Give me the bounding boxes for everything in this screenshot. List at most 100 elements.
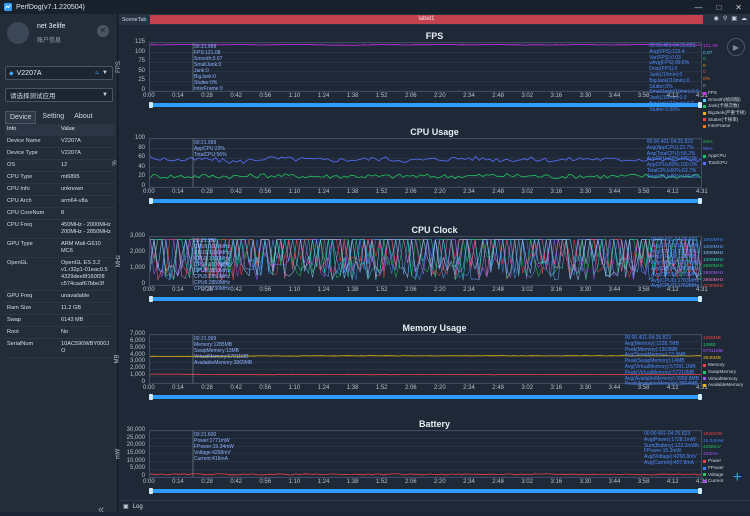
tab-device[interactable]: Device [5, 111, 37, 124]
info-key: CPU Type [7, 174, 33, 180]
legend-item[interactable]: Current [703, 478, 724, 485]
logout-icon[interactable]: ✕ [97, 25, 109, 37]
app-select[interactable]: 请选择测试应用 ▼ [5, 88, 113, 102]
mem-legend: 1285MB 13MB 57011MB 3840MB Memory SwapMemory V… [703, 336, 743, 389]
y-tick-label: 2,000 [129, 249, 145, 255]
device-select[interactable]: ◆ V2207A ≈ ▼ [5, 66, 113, 80]
x-tick-label: 0:14 [172, 93, 184, 99]
bat-range-slider[interactable] [149, 488, 702, 494]
slider-handle-right[interactable] [698, 296, 702, 302]
legend-label: AvailableMemory [708, 382, 744, 388]
legend-item[interactable]: Jank(卡顿次数) [703, 103, 746, 110]
slider-handle-left[interactable] [149, 394, 153, 400]
tab-setting[interactable]: Setting [38, 111, 68, 124]
x-tick-label: 2:34 [463, 287, 475, 293]
location-icon[interactable]: ◉ [714, 15, 719, 22]
info-key: CPU Info [7, 186, 30, 192]
legend-value-text: 23% [703, 140, 713, 145]
x-tick-label: 0:00 [143, 189, 155, 195]
slider-handle-right[interactable] [698, 394, 702, 400]
slider-handle-left[interactable] [149, 198, 153, 204]
account-info-link[interactable]: 账户信息 [37, 35, 61, 44]
info-key: CPU Arch [7, 198, 32, 204]
y-tick-label: 6,000 [129, 337, 145, 344]
close-icon[interactable]: ✕ [735, 3, 742, 12]
slider-handle-left[interactable] [149, 296, 153, 302]
legend-item[interactable]: FPS [703, 90, 746, 97]
legend-item[interactable]: BigJank(严重卡顿) [703, 110, 746, 117]
main-area: SceneTab label1 ◉ ⚲ ▣ ☁ FPS 00:21.999 FPS… [113, 14, 750, 512]
slider-handle-left[interactable] [149, 488, 153, 494]
y-tick-label: 60 [138, 154, 145, 161]
play-button[interactable]: ▶ [727, 38, 745, 56]
y-tick-label: 40 [138, 163, 145, 170]
x-tick-label: 4:12 [666, 479, 679, 485]
legend-value: 1000MHz [703, 251, 724, 258]
clock-plot[interactable]: 00:21.999 CPU0:1000MHz CPU1:1000MHz CPU2… [149, 236, 702, 292]
slider-handle-right[interactable] [698, 488, 702, 494]
fps-panel: FPS 00:21.999 FPS:121.08 Smooth:0.07 Smal… [116, 28, 750, 128]
info-value: 450MHz - 2000MHz 200MHz - 2850MHz [61, 222, 111, 235]
expand-icon[interactable]: ▣ [123, 503, 129, 510]
pin-icon[interactable]: ⚲ [723, 15, 727, 22]
y-tick-label: 0 [141, 87, 145, 93]
x-tick-label: 1:38 [346, 479, 359, 485]
log-bar[interactable]: ▣ Log [119, 500, 750, 512]
cpu-plot[interactable]: 00:21.999 AppCPU:23% TotalCPU:56% 00:00.4… [149, 138, 702, 188]
x-tick-label: 2:34 [463, 385, 475, 391]
fps-range-slider[interactable] [149, 102, 702, 108]
avatar[interactable] [7, 22, 29, 44]
legend-item[interactable]: AvailableMemory [703, 382, 743, 389]
table-row: Device Type V2207A [5, 148, 115, 160]
legend-item[interactable]: Memory [703, 362, 743, 369]
legend-item[interactable]: AppCPU [703, 153, 727, 160]
legend-value-text: 121.08 [703, 44, 718, 49]
slider-handle-left[interactable] [149, 102, 153, 108]
mem-range-slider[interactable] [149, 394, 702, 400]
table-row: CPU Type mt6895 [5, 172, 115, 184]
legend-item[interactable]: VirtualMemory [703, 376, 743, 383]
y-tick-label: 0 [141, 473, 145, 479]
clock-range-slider[interactable] [149, 296, 702, 302]
x-tick-label: 3:16 [550, 385, 563, 391]
legend-value-text: 0 [703, 83, 706, 89]
clock-cursor-readout: 00:21.999 CPU0:1000MHz CPU1:1000MHz CPU2… [194, 238, 231, 292]
y-tick-label: 4,000 [129, 351, 145, 358]
collapse-sidebar-icon[interactable]: « [98, 504, 104, 516]
legend-item[interactable]: SwapMemory [703, 369, 743, 376]
y-tick-label: 1,000 [129, 372, 145, 379]
legend-swatch [703, 91, 706, 95]
slider-handle-right[interactable] [698, 198, 702, 204]
maximize-icon[interactable]: □ [716, 3, 721, 12]
legend-item[interactable]: Voltage [703, 472, 724, 479]
legend-item[interactable]: Stutter(卡顿率) [703, 117, 746, 124]
y-tick-label: 25 [138, 77, 145, 84]
cpu-range-slider[interactable] [149, 198, 702, 204]
y-tick-label: 75 [138, 58, 145, 65]
folder-icon[interactable]: ▣ [731, 15, 737, 22]
slider-handle-right[interactable] [698, 102, 702, 108]
cloud-icon[interactable]: ☁ [741, 15, 747, 22]
x-tick-label: 4:12 [666, 93, 679, 99]
fps-plot[interactable]: 00:21.999 FPS:121.08 Smooth:0.07 SmallJa… [149, 42, 702, 113]
table-header: Info Value [5, 124, 115, 136]
minimize-icon[interactable]: — [694, 3, 702, 12]
info-key: GPU Freq [7, 293, 33, 299]
legend-item[interactable]: TotalCPU [703, 160, 727, 167]
y-tick-label: 3,000 [129, 233, 145, 239]
tab-about[interactable]: About [70, 111, 96, 124]
legend-item[interactable]: Power [703, 458, 724, 465]
scene-tab-label: SceneTab [122, 16, 147, 23]
mem-plot[interactable]: 00:21.999 Memory:1285MB SwapMemory:13MB … [149, 334, 702, 387]
add-chart-button[interactable]: + [733, 469, 742, 487]
x-tick-label: 3:30 [579, 189, 592, 195]
bat-legend: 1820mW 15.34mW 4268mV 416mA Power FPower Volta… [703, 432, 724, 485]
x-tick-label: 0:00 [143, 93, 155, 99]
legend-swatch [703, 118, 706, 122]
x-tick-label: 1:38 [346, 93, 359, 99]
x-tick-label: 0:42 [230, 93, 242, 99]
scene-label-selected[interactable]: label1 [150, 15, 703, 24]
x-tick-label: 2:20 [434, 93, 446, 99]
legend-item[interactable]: FPower [703, 465, 724, 472]
bat-plot[interactable]: 00:21.600 Power:1771mW FPower:15.34mW Vo… [149, 430, 702, 478]
